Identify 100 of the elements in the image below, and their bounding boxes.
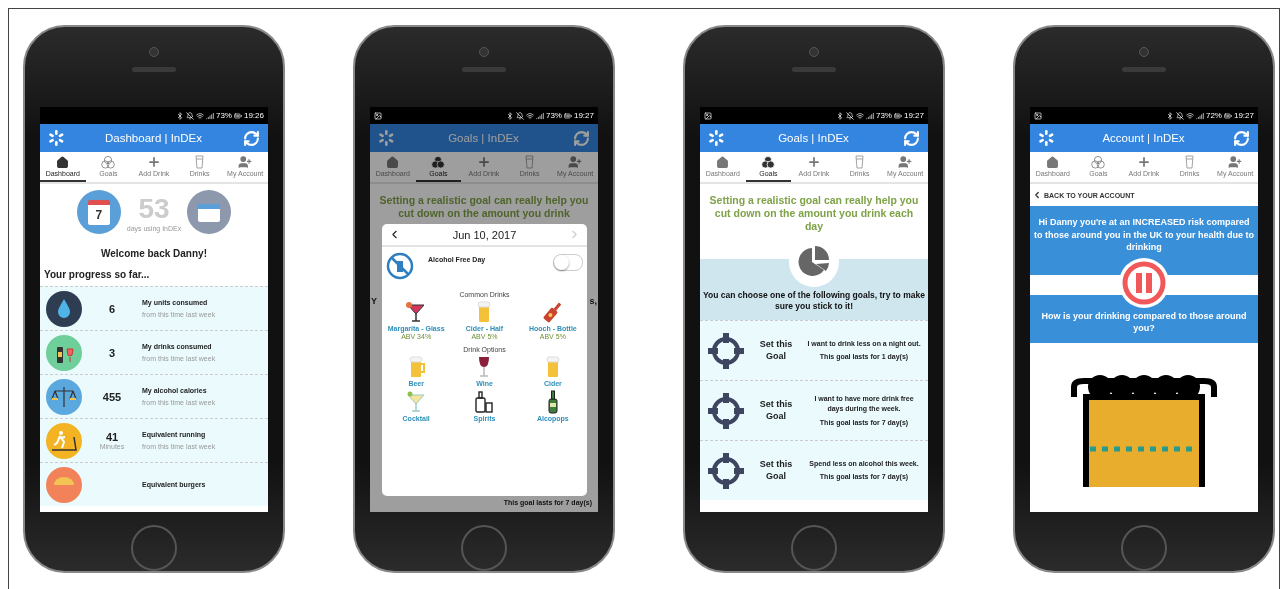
speaker-grille [792,67,836,72]
screen-title: Goals | InDEx [447,132,520,144]
camera-dot [809,47,819,57]
wine-bottle-icon [46,334,82,371]
logo-icon [48,129,64,147]
mute-icon [1175,111,1184,120]
scales-icon [46,378,82,415]
clock-time: 19:27 [1233,111,1254,120]
home-button[interactable] [461,525,507,571]
crosshair-icon [706,390,746,431]
partial-text: Y [371,296,377,307]
circles-icon [761,155,776,169]
goal-intro: Setting a realistic goal can really help you cut down on the amount you drink [378,193,590,222]
home-icon [56,155,70,169]
home-button[interactable] [131,525,177,571]
battery-icon [563,111,572,120]
plus-icon [477,155,491,169]
bottles-icon [473,390,496,414]
set-goal-button[interactable]: Set this Goal [754,459,798,483]
camera-dot [1139,47,1149,57]
crosshair-icon [706,450,746,491]
logo-icon [708,129,724,147]
bluetooth-icon [835,111,844,120]
runner-icon [46,422,82,459]
pint-glass-icon [195,155,205,169]
dialog-date: Jun 10, 2017 [452,228,517,241]
risk-message: Hi Danny you're at an INCREASED risk compared to those around you in the UK to your health due to drinking [1030,206,1258,258]
calendar-icon [197,201,222,223]
home-icon [1046,155,1060,169]
no-drinking-icon [386,252,414,280]
battery-icon [893,111,902,120]
crosshair-icon [706,330,746,371]
speaker-grille [1122,67,1166,72]
stat-value: 6 [108,302,116,315]
signal-icon [865,111,874,120]
add-user-icon [238,155,253,169]
signal-icon [1195,111,1204,120]
signal-icon [535,111,544,120]
circles-icon [1091,155,1106,169]
stat-value: 41 [105,431,119,443]
pint-glass-icon [525,155,535,169]
screen-title: Goals | InDEx [777,132,850,144]
clock-time: 19:26 [243,111,264,120]
refresh-icon[interactable] [1233,129,1250,147]
logo-icon [1038,129,1054,147]
refresh-icon[interactable] [243,129,260,147]
speaker-grille [132,67,176,72]
home-button[interactable] [1121,525,1167,571]
camera-dot [149,47,159,57]
plus-icon [807,155,821,169]
calendar-day: 7 [87,199,110,225]
water-drop-icon [46,290,82,327]
partial-text: s, [589,296,597,307]
bluetooth-icon [505,111,514,120]
speaker-grille [462,67,506,72]
battery-percent: 72% [1205,111,1222,120]
refresh-icon[interactable] [573,129,590,147]
home-icon [716,155,730,169]
camera-dot [479,47,489,57]
pint-glass-icon [1185,155,1195,169]
mute-icon [515,111,524,120]
bluetooth-icon [175,111,184,120]
circles-icon [431,155,446,169]
set-goal-button[interactable]: Set this Goal [754,399,798,423]
alcohol-free-toggle[interactable] [553,254,583,271]
mute-icon [845,111,854,120]
set-goal-button[interactable]: Set this Goal [754,339,798,363]
circles-icon [101,155,116,169]
wifi-icon [525,111,534,120]
goal-prompt: You can choose one of the following goals, try to make sure you stick to it! [700,287,928,321]
clock-time: 19:27 [573,111,594,120]
battery-percent: 73% [215,111,232,120]
cocktail-glass-icon [405,300,428,324]
wifi-icon [1185,111,1194,120]
plus-icon [147,155,161,169]
chevron-left-icon [1032,190,1042,200]
cocktail-glass-icon [405,390,428,414]
screen-title: Account | InDEx [1101,132,1186,144]
refresh-icon[interactable] [903,129,920,147]
battery-percent: 73% [545,111,562,120]
bottle-icon [541,300,564,324]
clock-time: 19:27 [903,111,924,120]
stat-value: 3 [108,346,116,359]
add-user-icon [898,155,913,169]
wifi-icon [195,111,204,120]
comparison-question: How is your drinking compared to those around you? [1030,307,1258,343]
goal-intro: Setting a realistic goal can really help you cut down on the amount you drink each day [708,193,920,235]
home-icon [386,155,400,169]
progress-heading: Your progress so far... [43,268,151,282]
signal-icon [205,111,214,120]
wifi-icon [855,111,864,120]
bluetooth-icon [1165,111,1174,120]
logo-icon [378,129,394,147]
stat-value: 455 [102,390,122,403]
battery-icon [233,111,242,120]
mute-icon [185,111,194,120]
home-button[interactable] [791,525,837,571]
add-user-icon [1228,155,1243,169]
screen-title: Dashboard | InDEx [104,132,203,144]
welcome-message: Welcome back Danny! [100,248,208,259]
